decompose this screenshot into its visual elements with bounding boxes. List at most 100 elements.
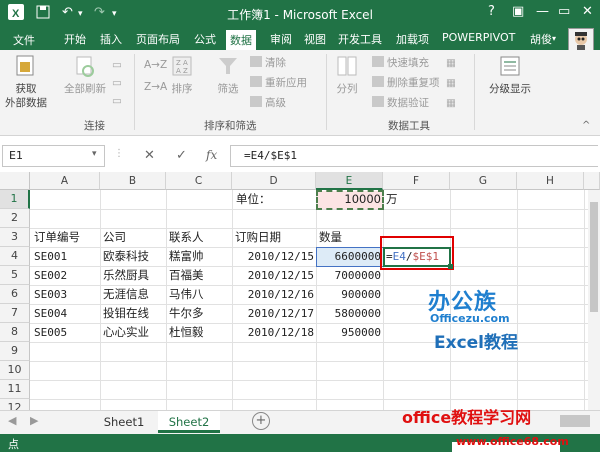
user-dropdown-icon[interactable]: ▾	[552, 34, 556, 43]
cell-d8[interactable]: 2010/12/18	[232, 323, 316, 342]
data-validation-button[interactable]: 数据验证	[372, 96, 429, 110]
row-header-3[interactable]: 3	[0, 228, 30, 247]
get-external-data-button[interactable]: 获取 外部数据	[4, 54, 48, 110]
refresh-all-button[interactable]: 全部刷新	[60, 54, 110, 96]
enter-icon[interactable]: ✓	[176, 148, 187, 163]
cell-d5[interactable]: 2010/12/15	[232, 266, 316, 285]
cell-a6[interactable]: SE003	[32, 285, 69, 304]
cell-a5[interactable]: SE002	[32, 266, 69, 285]
sort-az-button[interactable]: A→Z	[144, 58, 167, 72]
outline-button[interactable]: 分级显示	[480, 54, 540, 96]
vertical-scroll-thumb[interactable]	[590, 202, 598, 312]
cell-e8[interactable]: 950000	[316, 323, 383, 342]
relationships-icon[interactable]: ▦	[446, 96, 456, 110]
tab-review[interactable]: 审阅	[270, 31, 292, 47]
tab-insert[interactable]: 插入	[100, 31, 122, 47]
tab-view[interactable]: 视图	[304, 31, 326, 47]
tab-data[interactable]: 数据	[226, 30, 256, 50]
sort-button[interactable]: Z AA Z 排序	[166, 54, 198, 96]
cell-e6[interactable]: 900000	[316, 285, 383, 304]
column-header-c[interactable]: C	[166, 172, 232, 190]
advanced-button[interactable]: 高级	[250, 96, 286, 110]
worksheet-grid[interactable]: A B C D E F G H 1 2 3 4 5 6 7 8 9 10 11 …	[0, 172, 600, 412]
sheet-tab-sheet1[interactable]: Sheet1	[96, 411, 152, 433]
cell-c5[interactable]: 百福美	[167, 266, 206, 285]
tab-file[interactable]: 文件	[0, 28, 50, 50]
column-header-d[interactable]: D	[232, 172, 316, 190]
row-header-6[interactable]: 6	[0, 285, 30, 304]
sheet-tab-sheet2[interactable]: Sheet2	[158, 411, 220, 433]
close-button[interactable]: ✕	[582, 4, 593, 19]
row-header-11[interactable]: 11	[0, 380, 30, 399]
text-to-columns-button[interactable]: 分列	[330, 54, 364, 96]
filter-button[interactable]: 筛选	[210, 54, 246, 96]
cell-d3[interactable]: 订购日期	[233, 228, 283, 247]
insert-function-icon[interactable]: fx	[206, 148, 217, 162]
cell-a3[interactable]: 订单编号	[32, 228, 82, 247]
row-header-5[interactable]: 5	[0, 266, 30, 285]
cell-a4[interactable]: SE001	[32, 247, 69, 266]
tab-home[interactable]: 开始	[64, 31, 86, 47]
cell-c7[interactable]: 牛尔多	[167, 304, 206, 323]
clear-button[interactable]: 清除	[250, 56, 286, 70]
cell-d6[interactable]: 2010/12/16	[232, 285, 316, 304]
tab-formulas[interactable]: 公式	[194, 31, 216, 47]
row-header-8[interactable]: 8	[0, 323, 30, 342]
formula-input[interactable]: =E4/$E$1	[230, 145, 598, 167]
cell-b8[interactable]: 心心实业	[101, 323, 151, 342]
user-name[interactable]: 胡俊	[530, 31, 552, 47]
cell-b4[interactable]: 欧泰科技	[101, 247, 151, 266]
cell-e4[interactable]: 6600000	[316, 247, 383, 266]
cell-b5[interactable]: 乐然厨具	[101, 266, 151, 285]
name-box[interactable]: E1	[2, 145, 105, 167]
tab-powerpivot[interactable]: POWERPIVOT	[442, 31, 515, 44]
connections-icon[interactable]: ▭	[112, 58, 122, 72]
cell-e7[interactable]: 5800000	[316, 304, 383, 323]
cell-b3[interactable]: 公司	[101, 228, 128, 247]
column-header-h[interactable]: H	[517, 172, 584, 190]
reapply-button[interactable]: 重新应用	[250, 76, 307, 90]
restore-button[interactable]: ▭	[558, 4, 570, 19]
fill-handle[interactable]	[448, 264, 453, 269]
column-header-e[interactable]: E	[316, 172, 383, 190]
cancel-icon[interactable]: ✕	[144, 148, 155, 163]
cell-b6[interactable]: 无涯信息	[101, 285, 151, 304]
tab-developer[interactable]: 开发工具	[338, 31, 382, 47]
collapse-ribbon-icon[interactable]: ^	[582, 120, 590, 131]
cell-a7[interactable]: SE004	[32, 304, 69, 323]
flash-fill-button[interactable]: 快速填充	[372, 56, 429, 70]
next-sheet-icon[interactable]: ▶	[30, 414, 38, 427]
ribbon-display-icon[interactable]: ▣	[512, 4, 524, 19]
properties-icon[interactable]: ▭	[112, 76, 122, 90]
prev-sheet-icon[interactable]: ◀	[8, 414, 16, 427]
name-box-dropdown-icon[interactable]: ▾	[92, 149, 97, 159]
help-button[interactable]: ?	[488, 4, 495, 19]
column-header-f[interactable]: F	[383, 172, 450, 190]
remove-duplicates-button[interactable]: 删除重复项	[372, 76, 440, 90]
minimize-button[interactable]: —	[536, 4, 549, 19]
cell-f1[interactable]: 万	[384, 190, 400, 209]
column-header-g[interactable]: G	[450, 172, 517, 190]
cell-e3[interactable]: 数量	[317, 228, 344, 247]
cell-c8[interactable]: 杜恒毅	[167, 323, 206, 342]
what-if-icon[interactable]: ▦	[446, 76, 456, 90]
tab-page-layout[interactable]: 页面布局	[136, 31, 180, 47]
column-header-i[interactable]	[584, 172, 600, 190]
vertical-scrollbar[interactable]	[588, 190, 600, 410]
sort-za-button[interactable]: Z→A	[144, 80, 167, 94]
horizontal-scrollbar[interactable]	[560, 415, 590, 427]
cell-c6[interactable]: 马伟八	[167, 285, 206, 304]
tab-addins[interactable]: 加载项	[396, 31, 429, 47]
row-header-9[interactable]: 9	[0, 342, 30, 361]
row-header-10[interactable]: 10	[0, 361, 30, 380]
select-all-corner[interactable]	[0, 172, 30, 190]
cell-c3[interactable]: 联系人	[167, 228, 206, 247]
cell-d7[interactable]: 2010/12/17	[232, 304, 316, 323]
row-header-2[interactable]: 2	[0, 209, 30, 228]
cell-b7[interactable]: 投钼在线	[101, 304, 151, 323]
cell-d4[interactable]: 2010/12/15	[232, 247, 316, 266]
cell-e5[interactable]: 7000000	[316, 266, 383, 285]
cell-a8[interactable]: SE005	[32, 323, 69, 342]
consolidate-icon[interactable]: ▦	[446, 56, 456, 70]
row-header-1[interactable]: 1	[0, 190, 30, 209]
